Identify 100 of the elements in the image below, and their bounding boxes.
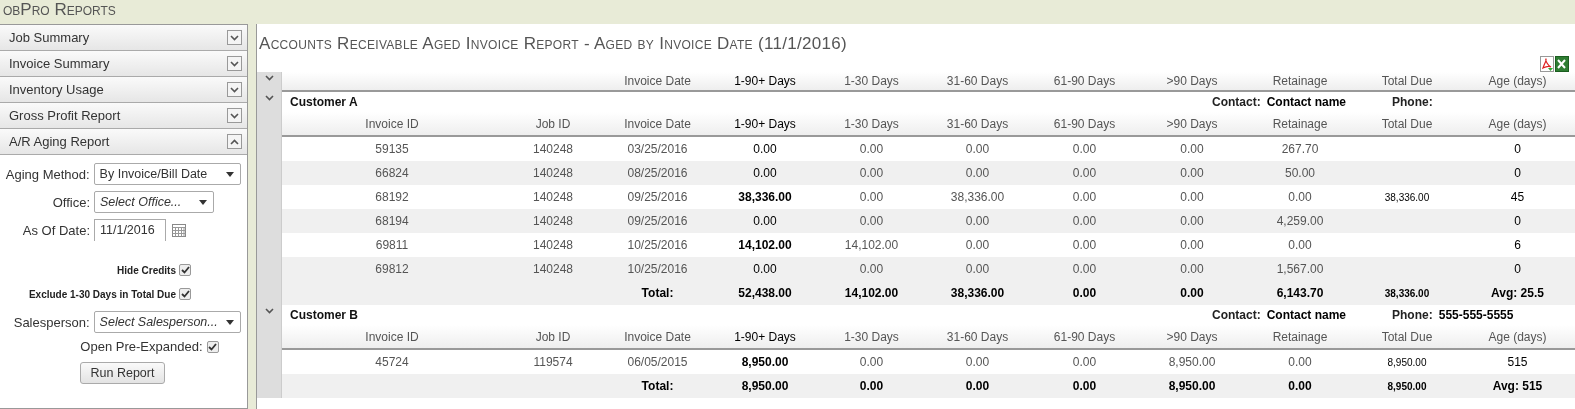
table-cell-text: 14,102.00 [843, 238, 900, 252]
table-cell-text: 0.00 [752, 262, 778, 276]
table-cell-text: 1,567.00 [1275, 262, 1325, 276]
column-header: Age (days) [1487, 329, 1548, 344]
excel-export-icon[interactable] [1555, 56, 1569, 72]
total-cell-text: 14,102.00 [843, 286, 900, 300]
field-label: As Of Date: [21, 222, 91, 238]
table-cell-text: 267.70 [1280, 142, 1320, 156]
date-field[interactable]: 11/1/2016 [94, 219, 166, 241]
table-cell-text: 0.00 [964, 166, 991, 180]
table-cell-text: 8,950.00 [1167, 355, 1217, 369]
column-header: Retainage [1271, 329, 1329, 344]
column-header: Invoice Date [623, 74, 692, 88]
table-cell-text: 0.00 [1287, 190, 1313, 204]
table-cell-text: 0.00 [1071, 142, 1098, 156]
table-cell-text: 0.00 [1071, 238, 1098, 252]
chevron-down-icon [230, 60, 239, 67]
column-header: 1-90+ Days [733, 116, 797, 131]
dropdown[interactable]: Select Office... [94, 191, 214, 213]
checkbox-label: Hide Credits [117, 265, 176, 276]
table-cell-text: 0.00 [964, 262, 991, 276]
accordion-header[interactable]: A/R Aging Report [0, 129, 247, 155]
table-cell-text: 0.00 [858, 190, 885, 204]
column-header: Retainage [1271, 74, 1329, 88]
column-header: Job ID [534, 329, 572, 344]
total-cell-text: 0.00 [1287, 379, 1313, 393]
table-cell-text: 0.00 [1287, 238, 1313, 252]
table-cell-text: 0.00 [964, 142, 991, 156]
table-cell-text: 8,950.00 [1386, 356, 1428, 368]
total-label: Total: [640, 379, 675, 393]
pdf-export-icon[interactable] [1540, 56, 1554, 72]
table-cell-text: 0.00 [1179, 262, 1205, 276]
total-cell-text: 0.00 [1071, 286, 1098, 300]
caret-icon [199, 199, 207, 205]
chevron-down-icon [230, 34, 239, 41]
column-header: 1-30 Days [843, 329, 900, 344]
table-cell-text: 59135 [374, 142, 410, 156]
field-label: Salesperson: [12, 314, 91, 330]
table-cell-text: 0.00 [858, 166, 885, 180]
accordion-header[interactable]: Job Summary [0, 25, 247, 51]
table-cell-text: 0.00 [1179, 142, 1205, 156]
table-cell-text: 45 [1509, 190, 1526, 204]
table-cell-text: 140248 [531, 166, 574, 180]
table-cell-text: 0.00 [858, 262, 885, 276]
dropdown[interactable]: By Invoice/Bill Date [93, 163, 241, 185]
accordion-header[interactable]: Gross Profit Report [0, 103, 247, 129]
column-header: Age (days) [1487, 74, 1548, 88]
total-cell-text: 0.00 [1071, 379, 1098, 393]
accordion-header[interactable]: Inventory Usage [0, 77, 247, 103]
checkbox[interactable] [179, 264, 191, 276]
run-report-button[interactable]: Run Report [79, 362, 166, 384]
table-cell-text: 0.00 [858, 355, 885, 369]
column-header: >90 Days [1165, 329, 1219, 344]
report-title: Accounts Receivable Aged Invoice Report - Aged by Invoice Date (11/1/2016) [259, 34, 848, 54]
table-cell-text: 38,336.00 [1383, 191, 1431, 203]
checkbox[interactable] [179, 288, 191, 300]
accordion-header[interactable]: Invoice Summary [0, 51, 247, 77]
column-header: 31-60 Days [945, 329, 1010, 344]
column-header: Age (days) [1487, 116, 1548, 131]
dropdown[interactable]: Select Salesperson... [93, 311, 241, 333]
table-cell-text: 140248 [531, 190, 574, 204]
table-cell-text: 0.00 [752, 166, 778, 180]
table-cell-text: 69811 [374, 238, 410, 252]
total-cell-text: 38,336.00 [1383, 287, 1431, 299]
table-cell-text: 0.00 [964, 214, 991, 228]
table-cell-text: 0.00 [1179, 238, 1205, 252]
table-cell-text: 0.00 [1071, 166, 1098, 180]
contact-name: Contact name [1266, 95, 1347, 109]
total-cell-text: Avg: 25.5 [1490, 286, 1545, 300]
table-cell-text: 69812 [374, 262, 410, 276]
table-cell-text: 68192 [374, 190, 410, 204]
column-header: Total Due [1380, 329, 1434, 344]
checkbox[interactable] [206, 340, 219, 353]
phone-label: Phone: [1392, 308, 1433, 322]
table-cell-text: 6 [1513, 238, 1522, 252]
table-cell-text: 0.00 [752, 214, 778, 228]
checkbox-label: Exclude 1-30 Days in Total Due [28, 289, 176, 300]
table-cell-text: 0.00 [1179, 166, 1205, 180]
table-cell-text: 0.00 [1179, 190, 1205, 204]
total-cell-text: 8,950.00 [740, 379, 790, 393]
chevron-down-icon [230, 86, 239, 93]
calendar-icon[interactable] [172, 223, 186, 237]
total-cell-text: 6,143.70 [1275, 286, 1325, 300]
table-cell-text: 0 [1513, 166, 1522, 180]
table-cell-text: 0.00 [1071, 262, 1098, 276]
customer-name: Customer B [289, 308, 359, 322]
table-cell-text: 0.00 [1071, 214, 1098, 228]
total-cell-text: 8,950.00 [1386, 380, 1428, 392]
customer-name: Customer A [289, 95, 359, 109]
table-cell-text: 0 [1513, 262, 1522, 276]
column-header: 1-90+ Days [733, 329, 797, 344]
table-cell-text: 0.00 [752, 142, 778, 156]
total-cell-text: 8,950.00 [1167, 379, 1217, 393]
contact-name: Contact name [1266, 308, 1347, 322]
table-cell-text: 0.00 [858, 142, 885, 156]
table-cell-text: 140248 [531, 238, 574, 252]
table-cell-text: 0.00 [858, 214, 885, 228]
contact-label: Contact: [1212, 308, 1261, 322]
contact-label: Contact: [1212, 95, 1261, 109]
column-header: 61-90 Days [1052, 74, 1117, 88]
